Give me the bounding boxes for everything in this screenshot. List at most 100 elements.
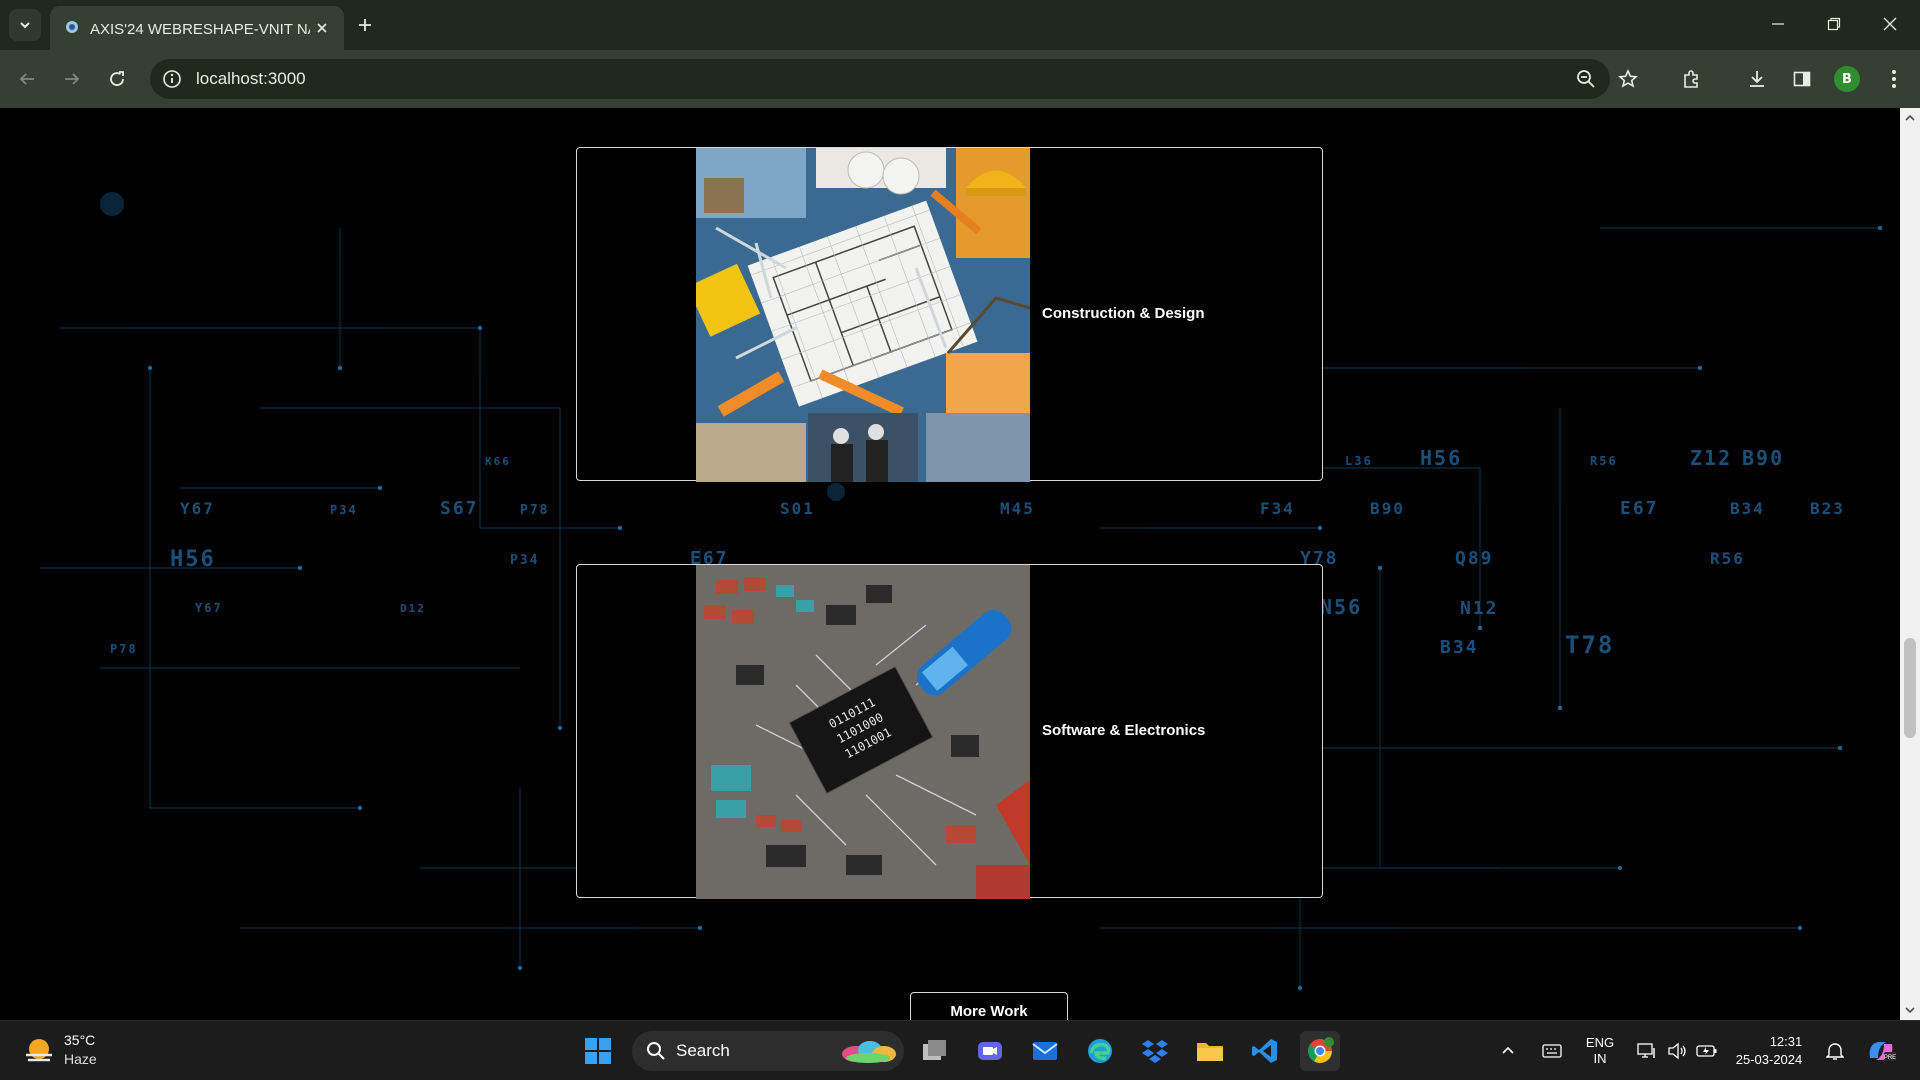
bg-code-label: B90 [1742,446,1784,470]
bg-code-label: P34 [330,503,358,517]
reload-button[interactable] [101,63,133,95]
file-explorer-button[interactable] [1190,1031,1230,1071]
keyboard-button[interactable] [1538,1035,1566,1067]
scroll-up-icon[interactable] [1904,112,1916,124]
browser-tab-active[interactable]: AXIS'24 WEBRESHAPE-VNIT NA [50,6,344,50]
chrome-button[interactable] [1300,1031,1340,1071]
restore-button[interactable] [1806,0,1862,48]
close-window-button[interactable] [1862,0,1918,48]
more-menu-icon[interactable] [1880,65,1908,93]
start-button[interactable] [578,1031,618,1071]
page-scrollbar[interactable] [1900,108,1920,1020]
bookmark-star-icon[interactable] [1614,65,1642,93]
work-card-software[interactable]: 0110111 1101000 1101001 Software & Elect… [576,564,1323,899]
bell-icon [1826,1043,1844,1060]
minimize-icon [1772,23,1784,25]
bg-code-label: T78 [1565,631,1614,659]
page-viewport: K66E23L36H56R56Z12B90Y67P34S67P78S01M45F… [0,108,1900,1020]
folder-icon [1197,1043,1223,1061]
bg-code-label: B23 [1810,499,1845,518]
bg-code-label: B90 [1370,499,1405,518]
profile-avatar[interactable]: B [1834,66,1860,92]
bg-code-label: Y67 [195,601,223,615]
construction-collage-image [696,148,1030,482]
arrow-left-icon [19,73,34,85]
bg-code-label: H56 [1420,446,1462,470]
clock-date: 25-03-2024 [1735,1052,1803,1067]
bg-code-label: M45 [1000,499,1035,518]
address-bar[interactable]: localhost:3000 [150,59,1610,99]
mail-button[interactable] [1025,1031,1065,1071]
bg-code-label: B34 [1730,499,1765,518]
bg-code-label: D12 [400,602,426,615]
close-tab-icon[interactable] [312,18,332,38]
language-indicator[interactable]: ENG IN [1576,1035,1624,1067]
download-icon[interactable] [1743,65,1771,93]
card-label-construction: Construction & Design [1042,305,1205,322]
extensions-icon[interactable] [1677,65,1705,93]
clock-time: 12:31 [1769,1034,1803,1049]
scrollbar-thumb[interactable] [1904,638,1916,738]
bg-code-label: Z12 [1690,446,1732,470]
url-text[interactable]: localhost:3000 [196,69,306,89]
dropbox-button[interactable] [1135,1031,1175,1071]
work-card-construction[interactable]: Construction & Design [576,147,1323,482]
chevron-up-icon [1502,1046,1514,1054]
forward-button[interactable] [56,63,88,95]
back-button[interactable] [11,63,43,95]
browser-tab-bar: AXIS'24 WEBRESHAPE-VNIT NA [0,0,1920,50]
show-hidden-icons-button[interactable] [1496,1035,1520,1067]
keyboard-icon [1542,1044,1562,1058]
edge-icon [1088,1039,1112,1063]
bg-code-label: P34 [510,553,539,568]
bg-code-label: P78 [520,503,549,518]
side-panel-icon[interactable] [1788,65,1816,93]
copilot-icon: PRE [1869,1042,1896,1061]
vscode-button[interactable] [1245,1031,1285,1071]
clock-button[interactable]: 12:31 25-03-2024 [1730,1034,1808,1067]
bg-code-label: S67 [440,498,479,519]
electronics-collage-image: 0110111 1101000 1101001 [696,565,1030,899]
dropbox-icon [1142,1040,1168,1063]
site-info-icon[interactable] [162,69,182,89]
notifications-button[interactable] [1822,1035,1848,1067]
bg-code-label: Q89 [1455,548,1494,569]
weather-temperature: 35°C [64,1032,96,1048]
scroll-down-icon[interactable] [1904,1004,1916,1016]
bg-code-label: F34 [1260,499,1295,518]
more-work-button[interactable]: More Work [910,992,1068,1020]
edge-browser-button[interactable] [1080,1031,1120,1071]
tab-search-button[interactable] [9,9,41,41]
language-code: ENG [1585,1035,1615,1050]
task-view-button[interactable] [915,1031,955,1071]
minimize-button[interactable] [1750,0,1806,48]
bg-code-label: P78 [110,642,138,656]
weather-widget[interactable]: 35°C Haze [22,1031,142,1071]
tab-title: AXIS'24 WEBRESHAPE-VNIT NA [90,21,310,38]
video-call-icon [978,1042,1002,1060]
bg-code-label: K66 [485,455,511,468]
bg-code-label: R56 [1590,454,1618,468]
volume-icon [1668,1042,1686,1060]
restore-icon [1827,17,1841,31]
network-button[interactable] [1634,1035,1660,1067]
haze-weather-icon [26,1039,52,1062]
vscode-icon [1252,1039,1277,1063]
svg-text:PRE: PRE [1884,1055,1896,1061]
bg-code-label: S01 [780,499,815,518]
taskbar-search-box[interactable]: Search [632,1031,904,1071]
bg-code-label: N12 [1460,598,1499,619]
network-icon [1637,1043,1655,1058]
teams-meet-button[interactable] [970,1031,1010,1071]
task-view-icon [923,1040,946,1060]
arrow-right-icon [65,73,80,85]
volume-button[interactable] [1664,1035,1690,1067]
new-tab-button[interactable] [352,12,378,38]
copilot-button[interactable]: PRE [1864,1035,1898,1067]
battery-button[interactable] [1694,1035,1720,1067]
weather-condition: Haze [64,1051,97,1067]
windows-logo-icon [585,1038,611,1064]
zoom-icon[interactable] [1575,68,1597,90]
bg-code-label: N56 [1320,595,1362,619]
browser-toolbar: localhost:3000 B [0,50,1920,108]
